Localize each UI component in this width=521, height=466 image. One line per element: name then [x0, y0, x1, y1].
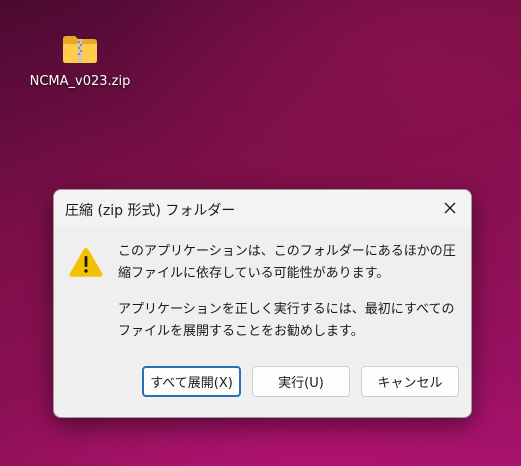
- run-button[interactable]: 実行(U): [252, 366, 350, 397]
- desktop-icon-label: NCMA_v023.zip: [29, 74, 131, 89]
- close-button[interactable]: [435, 194, 465, 222]
- desktop-icon-zip[interactable]: NCMA_v023.zip: [22, 28, 138, 98]
- extract-all-button[interactable]: すべて展開(X): [142, 366, 241, 397]
- dialog-message-2: アプリケーションを正しく実行するには、最初にすべてのファイルを展開することをお勧…: [118, 302, 455, 339]
- compressed-folder-dialog: 圧縮 (zip 形式) フォルダー このアプリケーションは、このフォルダーにある…: [53, 189, 472, 418]
- zip-folder-icon: [62, 34, 98, 64]
- dialog-titlebar[interactable]: 圧縮 (zip 形式) フォルダー: [54, 190, 471, 226]
- cancel-button[interactable]: キャンセル: [361, 366, 459, 397]
- warning-icon: [68, 246, 104, 278]
- dialog-message-1: このアプリケーションは、このフォルダーにあるほかの圧縮ファイルに依存している可能…: [118, 244, 456, 281]
- dialog-title: 圧縮 (zip 形式) フォルダー: [65, 203, 236, 219]
- dialog-content: このアプリケーションは、このフォルダーにあるほかの圧縮ファイルに依存している可能…: [54, 226, 471, 366]
- close-icon: [444, 199, 456, 218]
